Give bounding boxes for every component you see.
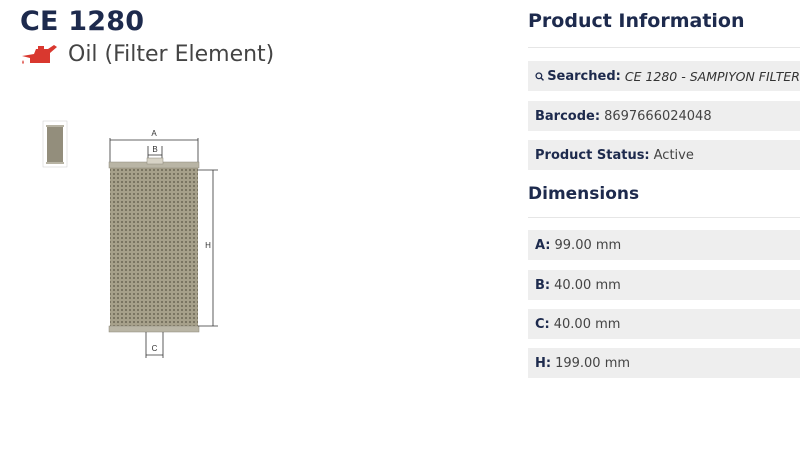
dimension-label: H: <box>535 355 552 371</box>
searched-row: Searched: CE 1280 - SAMPIYON FILTER <box>528 61 800 91</box>
dimension-label: C: <box>535 316 550 332</box>
category-label: Oil (Filter Element) <box>68 42 275 67</box>
dimension-label-c: C <box>152 344 158 353</box>
product-info-heading: Product Information <box>528 10 745 32</box>
barcode-row: Barcode: 8697666024048 <box>528 101 800 131</box>
dimension-label-h: H <box>205 241 211 250</box>
dimension-label: B: <box>535 277 551 293</box>
divider <box>528 47 800 48</box>
dimension-value: 40.00 mm <box>554 277 621 293</box>
dimension-value: 99.00 mm <box>554 237 622 253</box>
searched-value: CE 1280 - SAMPIYON FILTER <box>624 68 800 84</box>
dimension-row-a: A: 99.00 mm <box>528 230 800 260</box>
barcode-value: 8697666024048 <box>604 108 712 124</box>
barcode-label: Barcode: <box>535 108 601 124</box>
dimension-label-b: B <box>152 145 157 154</box>
search-icon <box>535 71 544 81</box>
dimension-value: 40.00 mm <box>553 316 621 332</box>
divider <box>528 217 800 218</box>
product-dimension-diagram: A B H C <box>108 129 218 358</box>
oil-can-icon <box>22 44 57 64</box>
dimension-label: A: <box>535 237 551 253</box>
status-label: Product Status: <box>535 147 650 163</box>
dimension-label-a: A <box>151 129 157 138</box>
product-code: CE 1280 <box>20 6 145 37</box>
status-row: Product Status: Active <box>528 140 800 170</box>
dimension-row-b: B: 40.00 mm <box>528 270 800 300</box>
dimension-row-c: C: 40.00 mm <box>528 309 800 339</box>
product-category: Oil (Filter Element) <box>20 42 274 67</box>
status-value: Active <box>653 147 694 163</box>
dimensions-heading: Dimensions <box>528 184 640 204</box>
product-thumbnail[interactable] <box>42 120 68 168</box>
dimension-value: 199.00 mm <box>555 355 631 371</box>
dimension-row-h: H: 199.00 mm <box>528 348 800 378</box>
searched-label: Searched: <box>547 68 621 84</box>
